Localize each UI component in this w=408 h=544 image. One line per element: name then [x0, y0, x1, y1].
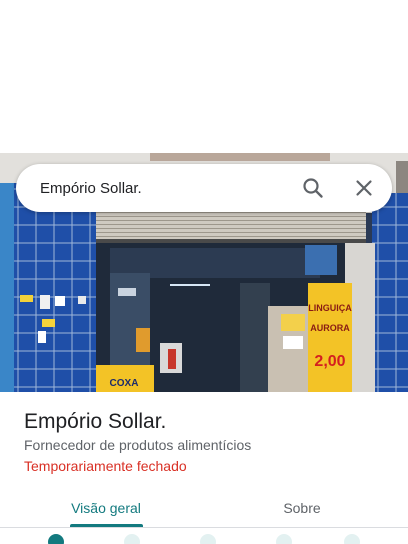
banner-coxa-text: COXA	[110, 378, 139, 389]
share-action-button[interactable]	[344, 534, 360, 544]
banner-price-text: 2,00	[314, 353, 345, 370]
search-query-text[interactable]: Empório Sollar.	[40, 180, 293, 197]
nearby-action-button[interactable]	[200, 534, 216, 544]
map-area-blank	[0, 0, 408, 153]
place-status: Temporariamente fechado	[24, 458, 187, 474]
place-title: Empório Sollar.	[24, 410, 167, 433]
banner-aurora-text: AURORA	[310, 323, 350, 333]
tab-overview[interactable]: Visão geral	[52, 488, 160, 528]
save-action-button[interactable]	[124, 534, 140, 544]
tab-selected-indicator	[70, 524, 143, 527]
send-action-button[interactable]	[276, 534, 292, 544]
place-info-sheet: Empório Sollar. Fornecedor de produtos a…	[0, 392, 408, 544]
directions-action-button[interactable]	[48, 534, 64, 544]
tab-about[interactable]: Sobre	[248, 488, 356, 528]
search-bar[interactable]: Empório Sollar.	[16, 164, 392, 212]
close-icon[interactable]	[344, 168, 384, 208]
banner-linguica-text: LINGUIÇA	[308, 303, 352, 313]
place-tabs: Visão geral Sobre	[0, 488, 408, 528]
search-icon[interactable]	[293, 168, 333, 208]
place-category: Fornecedor de produtos alimentícios	[24, 437, 252, 453]
action-buttons-row	[0, 534, 408, 544]
